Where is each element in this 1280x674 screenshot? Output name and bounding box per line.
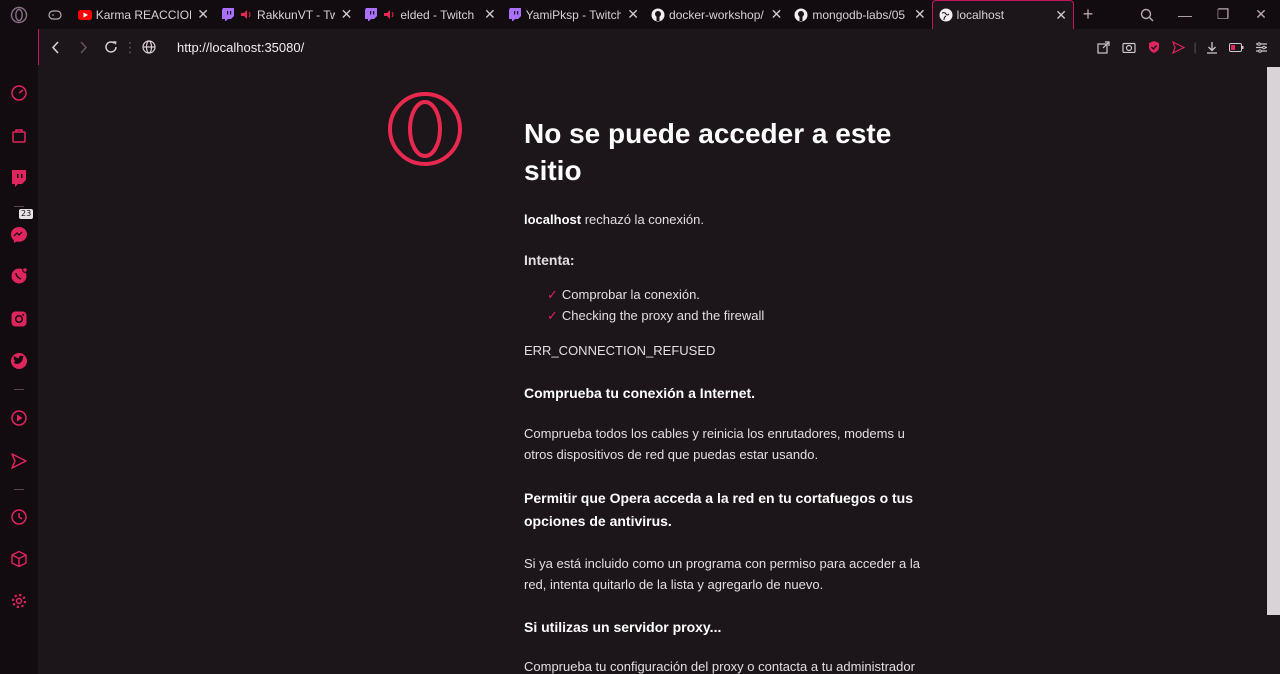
opera-logo-icon (10, 6, 28, 23)
twitter-icon[interactable] (9, 351, 29, 371)
tab-youtube[interactable]: Karma REACCIONA ✕ (72, 0, 215, 29)
address-tools: | (1091, 29, 1280, 65)
player-icon[interactable] (9, 408, 29, 428)
check-icon: ✓ (547, 287, 558, 302)
section-heading: Permitir que Opera acceda a la red en tu… (524, 490, 914, 529)
tab-title: mongodb-labs/05 (812, 7, 906, 22)
tab-github-mongodb[interactable]: mongodb-labs/05 ✕ (788, 0, 931, 29)
drag-handle-icon: ⋮ (123, 38, 137, 55)
separator (14, 206, 24, 207)
separator (14, 389, 24, 390)
close-icon[interactable]: ✕ (341, 6, 353, 23)
error-panel: No se puede acceder a este sitio localho… (524, 115, 924, 674)
url-text[interactable]: http://localhost:35080/ (177, 40, 304, 55)
suggestion-text: Comprobar la conexión. (561, 287, 700, 302)
history-icon[interactable] (9, 507, 29, 527)
speaker-icon[interactable] (239, 8, 253, 22)
tab-islands-button[interactable] (38, 0, 72, 29)
twitch-sidebar-icon[interactable] (9, 168, 29, 188)
error-host: localhost (524, 212, 582, 227)
separator (14, 489, 24, 490)
error-code: ERR_CONNECTION_REFUSED (524, 343, 716, 358)
tab-title: docker-workshop/ (669, 7, 764, 22)
reload-icon[interactable] (97, 29, 125, 65)
tab-twitch-elded[interactable]: elded - Twitch ✕ (358, 0, 501, 29)
try-label: Intenta: (524, 252, 575, 268)
battery-icon[interactable] (1224, 29, 1249, 65)
download-icon[interactable] (1199, 29, 1224, 65)
tab-title: YamiPksp - Twitch (525, 7, 622, 22)
window-close-icon[interactable]: ✕ (1242, 0, 1280, 29)
flow-send-icon[interactable] (1166, 29, 1191, 65)
section-body: Si ya está incluido como un programa con… (524, 556, 920, 592)
shopping-bag-icon[interactable] (9, 125, 29, 145)
search-tabs-icon[interactable] (1128, 0, 1166, 29)
close-icon[interactable]: ✕ (484, 6, 496, 23)
close-icon[interactable]: ✕ (197, 6, 209, 23)
twitch-icon (221, 8, 235, 22)
tab-title: RakkunVT - Tw (257, 7, 335, 22)
opera-menu-button[interactable] (0, 0, 38, 29)
speaker-icon[interactable] (382, 8, 396, 22)
youtube-icon (77, 8, 92, 22)
back-icon[interactable] (41, 29, 69, 65)
share-icon[interactable] (1091, 29, 1116, 65)
speed-dial-icon[interactable] (9, 83, 29, 103)
error-host-suffix: rechazó la conexión. (581, 212, 704, 227)
section-heading: Comprueba tu conexión a Internet. (524, 385, 756, 401)
opera-error-logo-icon (387, 91, 463, 172)
tab-title: localhost (956, 8, 1005, 22)
new-tab-button[interactable]: + (1074, 0, 1102, 29)
restore-icon[interactable]: ❐ (1204, 0, 1242, 29)
close-icon[interactable]: ✕ (1055, 7, 1067, 24)
suggestion-item: ✓ Checking the proxy and the firewall (524, 305, 924, 326)
section-body: Comprueba todos los cables y reinicia lo… (524, 426, 905, 462)
tab-localhost[interactable]: localhost ✕ (931, 0, 1075, 29)
twitch-badge: 23 (19, 209, 34, 219)
error-message: localhost rechazó la conexión. (524, 209, 924, 230)
tab-title: Karma REACCIONA (95, 7, 192, 22)
extensions-cube-icon[interactable] (9, 549, 29, 569)
instagram-icon[interactable] (9, 309, 29, 329)
scrollbar-thumb[interactable] (1267, 67, 1280, 615)
tab-twitch-rakkun[interactable]: RakkunVT - Tw ✕ (215, 0, 358, 29)
send-icon[interactable] (9, 451, 29, 471)
twitch-icon (508, 8, 522, 22)
address-bar: ⋮ http://localhost:35080/ | (38, 29, 1280, 65)
close-icon[interactable]: ✕ (627, 6, 639, 23)
suggestion-list: ✓ Comprobar la conexión. ✓ Checking the pr… (524, 284, 924, 326)
sidebar: 23 (0, 29, 38, 674)
window-controls: + — ❐ ✕ (1074, 0, 1280, 29)
camera-icon[interactable] (1116, 29, 1141, 65)
settings-gear-icon[interactable] (9, 591, 29, 611)
gamepad-icon (48, 9, 62, 20)
tab-title: elded - Twitch (400, 7, 475, 22)
error-title: No se puede acceder a este sitio (524, 118, 892, 186)
tab-github-docker[interactable]: docker-workshop/ ✕ (645, 0, 788, 29)
divider: | (1193, 40, 1197, 54)
twitch-icon (364, 8, 378, 22)
messenger-icon[interactable] (9, 225, 29, 245)
page-content: No se puede acceder a este sitio localho… (38, 65, 1264, 674)
tab-twitch-yami[interactable]: YamiPksp - Twitch ✕ (502, 0, 645, 29)
suggestion-item: ✓ Comprobar la conexión. (524, 284, 924, 305)
section-heading: Si utilizas un servidor proxy... (524, 619, 722, 635)
close-icon[interactable]: ✕ (914, 6, 926, 23)
whatsapp-icon[interactable] (9, 266, 29, 286)
check-icon: ✓ (547, 308, 558, 323)
github-icon (794, 8, 808, 22)
vertical-scrollbar[interactable] (1264, 65, 1280, 674)
site-info-globe-icon[interactable] (135, 29, 163, 65)
section-body: Comprueba tu configuración del proxy o c… (524, 659, 915, 674)
close-icon[interactable]: ✕ (771, 6, 783, 23)
forward-icon[interactable] (69, 29, 97, 65)
shield-icon[interactable] (1141, 29, 1166, 65)
easy-setup-icon[interactable] (1249, 29, 1274, 65)
tab-bar: Karma REACCIONA ✕ RakkunVT - Tw ✕ elded … (0, 0, 1280, 29)
minimize-icon[interactable]: — (1166, 0, 1204, 29)
suggestion-text: Checking the proxy and the firewall (561, 308, 765, 323)
globe-icon (939, 8, 953, 22)
github-icon (651, 8, 665, 22)
